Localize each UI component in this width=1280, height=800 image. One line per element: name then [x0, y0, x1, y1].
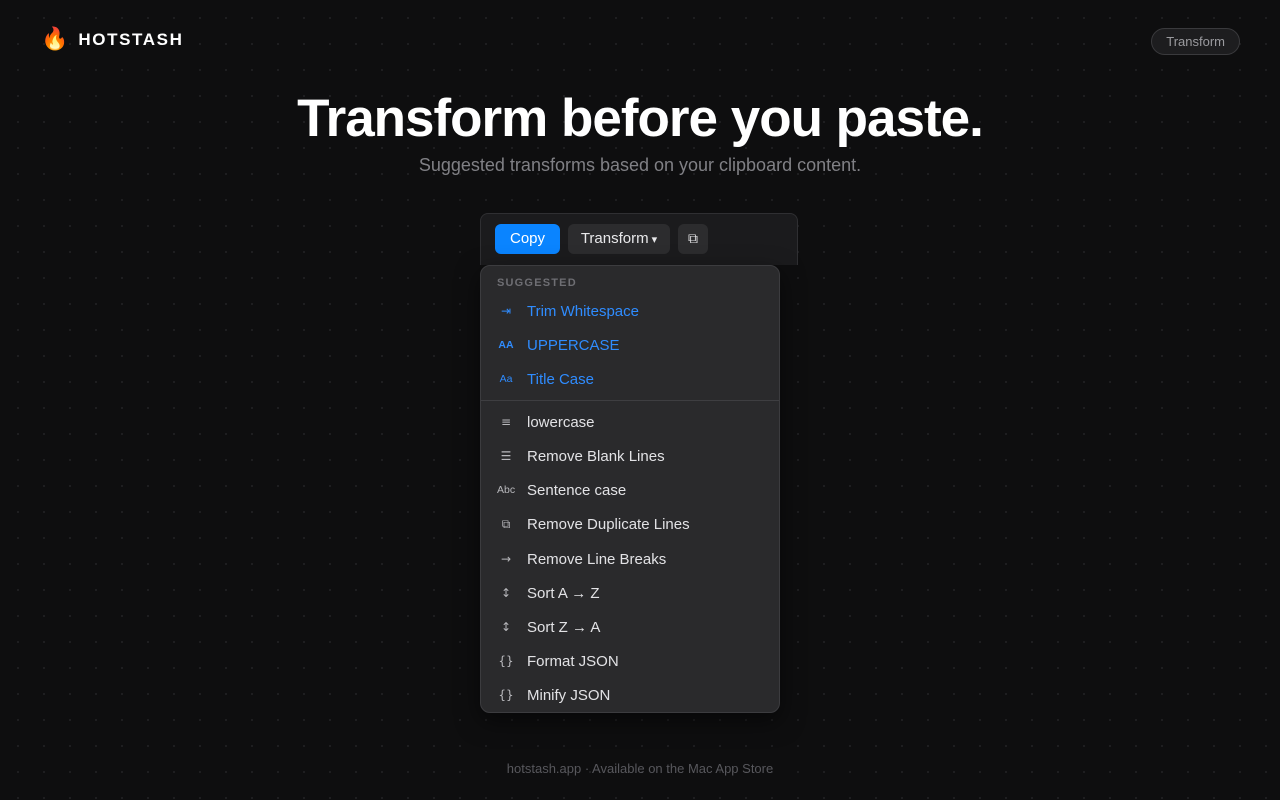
lines-icon: ☰: [500, 449, 512, 463]
menu-item-remove-line-breaks[interactable]: → Remove Line Breaks: [481, 542, 779, 576]
uppercase-icon: AA: [498, 339, 514, 351]
menu-item-minify-json[interactable]: {} Minify JSON: [481, 678, 779, 712]
menu-item-sentence-case[interactable]: Abc Sentence case: [481, 473, 779, 507]
menu-item-remove-duplicate-lines[interactable]: ⧉ Remove Duplicate Lines: [481, 507, 779, 541]
menu-item-uppercase[interactable]: AA UPPERCASE: [481, 328, 779, 362]
trim-icon: ⇥: [500, 304, 512, 318]
braces-icon: {}: [498, 654, 514, 668]
footer-text: hotstash.app · Available on the Mac App …: [506, 761, 774, 776]
menu-item-label: lowercase: [527, 413, 595, 431]
clipboard-toolbar: Copy Transform ▾ ⧉: [480, 213, 798, 265]
menu-divider: [481, 400, 779, 401]
duplicate-icon: ⧉: [501, 516, 511, 531]
sort-icon: ↕: [500, 586, 512, 600]
transform-menu: SUGGESTED ⇥ Trim Whitespace AA UPPERCASE…: [480, 265, 780, 713]
brand-name: HOTSTASH: [78, 30, 184, 49]
menu-item-label: Remove Line Breaks: [527, 550, 667, 568]
menu-item-lowercase[interactable]: ≡ lowercase: [481, 405, 779, 439]
flame-icon: 🔥: [41, 27, 69, 52]
nav-transform-pill[interactable]: Transform: [1151, 28, 1240, 55]
menu-item-label: Sort A → Z: [527, 584, 600, 602]
menu-item-label: UPPERCASE: [527, 336, 620, 354]
menu-item-sort-z-a[interactable]: ↕ Sort Z → A: [481, 610, 779, 644]
sentence-case-icon: Abc: [497, 484, 516, 496]
copy-button[interactable]: Copy: [495, 224, 560, 254]
menu-item-remove-blank-lines[interactable]: ☰ Remove Blank Lines: [481, 439, 779, 473]
menu-item-label: Remove Blank Lines: [527, 447, 665, 465]
braces-icon: {}: [498, 688, 514, 702]
lowercase-icon: ≡: [500, 415, 512, 429]
transform-dropdown-button[interactable]: Transform ▾: [568, 224, 670, 254]
duplicate-button[interactable]: ⧉: [678, 224, 708, 254]
menu-item-label: Sort Z → A: [527, 618, 601, 636]
page-subheadline: Suggested transforms based on your clipb…: [418, 155, 862, 175]
menu-item-format-json[interactable]: {} Format JSON: [481, 644, 779, 678]
menu-item-title-case[interactable]: Aa Title Case: [481, 362, 779, 396]
page-headline: Transform before you paste.: [297, 89, 984, 148]
menu-item-label: Format JSON: [527, 652, 619, 670]
landing-page: 🔥 HOTSTASH Transform Transform before yo…: [0, 0, 1280, 800]
suggested-section-label: SUGGESTED: [497, 277, 577, 289]
brand-logo[interactable]: 🔥 HOTSTASH: [41, 27, 183, 53]
arrow-right-icon: →: [500, 552, 512, 566]
menu-item-label: Sentence case: [527, 481, 627, 499]
transform-button-label: Transform: [580, 230, 649, 247]
menu-item-label: Minify JSON: [527, 686, 611, 704]
menu-item-label: Trim Whitespace: [527, 302, 639, 320]
menu-item-sort-a-z[interactable]: ↕ Sort A → Z: [481, 576, 779, 610]
menu-item-trim-whitespace[interactable]: ⇥ Trim Whitespace: [481, 294, 779, 328]
menu-item-label: Remove Duplicate Lines: [527, 515, 690, 533]
sort-icon: ↕: [500, 620, 512, 634]
duplicate-icon: ⧉: [688, 231, 698, 247]
chevron-down-icon: ▾: [651, 234, 658, 246]
title-case-icon: Aa: [499, 373, 513, 385]
menu-item-label: Title Case: [527, 370, 594, 388]
